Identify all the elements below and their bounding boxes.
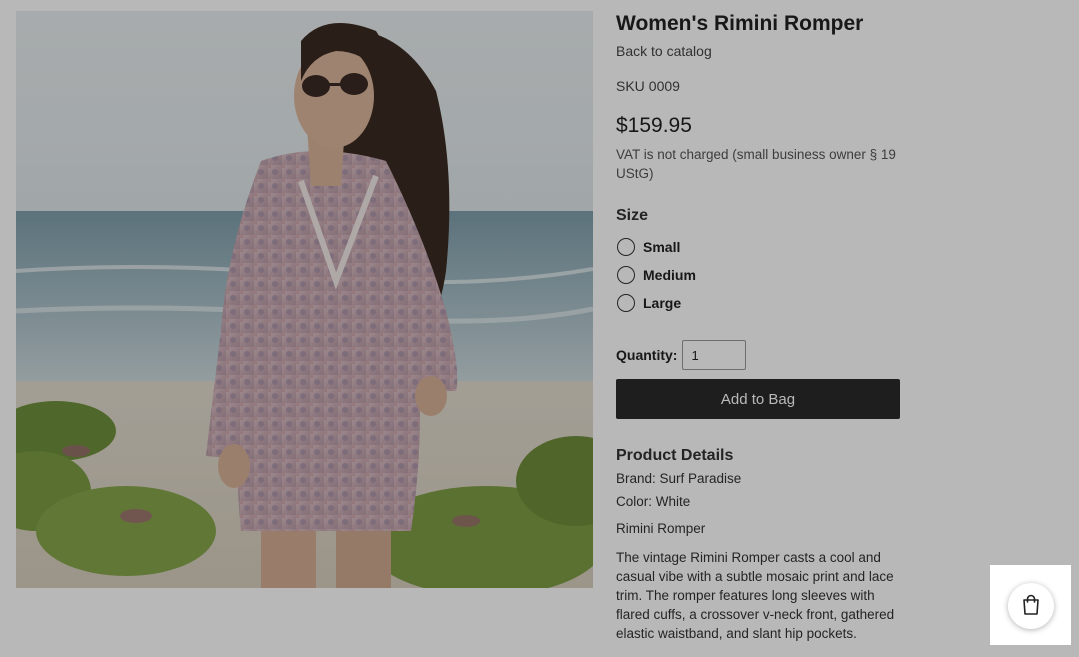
size-label-small: Small [643, 239, 681, 255]
size-option-large[interactable]: Large [616, 289, 696, 317]
size-label-medium: Medium [643, 267, 696, 283]
size-option-medium[interactable]: Medium [616, 261, 696, 289]
size-radio-small[interactable] [617, 238, 635, 256]
add-to-bag-button[interactable]: Add to Bag [616, 379, 900, 419]
product-color: Color: White [616, 494, 691, 509]
quantity-input[interactable] [682, 340, 747, 370]
vat-note: VAT is not charged (small business owner… [616, 147, 896, 181]
product-title: Women's Rimini Romper [616, 12, 864, 35]
cart-button[interactable] [1008, 583, 1054, 629]
size-heading: Size [616, 207, 649, 224]
shopping-bag-icon [1021, 594, 1041, 619]
product-sku: SKU 0009 [616, 78, 680, 94]
size-options: Small Medium Large [616, 233, 696, 317]
product-description-title: Rimini Romper [616, 521, 706, 536]
size-label-large: Large [643, 295, 682, 311]
quantity-label: Quantity: [616, 347, 678, 363]
product-description: The vintage Rimini Romper casts a cool a… [616, 550, 895, 641]
cart-widget [990, 565, 1071, 645]
product-page: Women's Rimini Romper Back to catalog SK… [0, 0, 1079, 657]
product-brand: Brand: Surf Paradise [616, 471, 742, 486]
quantity-row: Quantity: [616, 340, 747, 370]
product-price: $159.95 [616, 114, 692, 137]
size-radio-large[interactable] [617, 294, 635, 312]
sku-value: 0009 [648, 78, 680, 94]
size-radio-medium[interactable] [617, 266, 635, 284]
back-to-catalog-link[interactable]: Back to catalog [616, 43, 712, 59]
product-image [16, 11, 593, 588]
sku-label: SKU [616, 78, 645, 94]
product-details-heading: Product Details [616, 447, 734, 464]
size-option-small[interactable]: Small [616, 233, 696, 261]
